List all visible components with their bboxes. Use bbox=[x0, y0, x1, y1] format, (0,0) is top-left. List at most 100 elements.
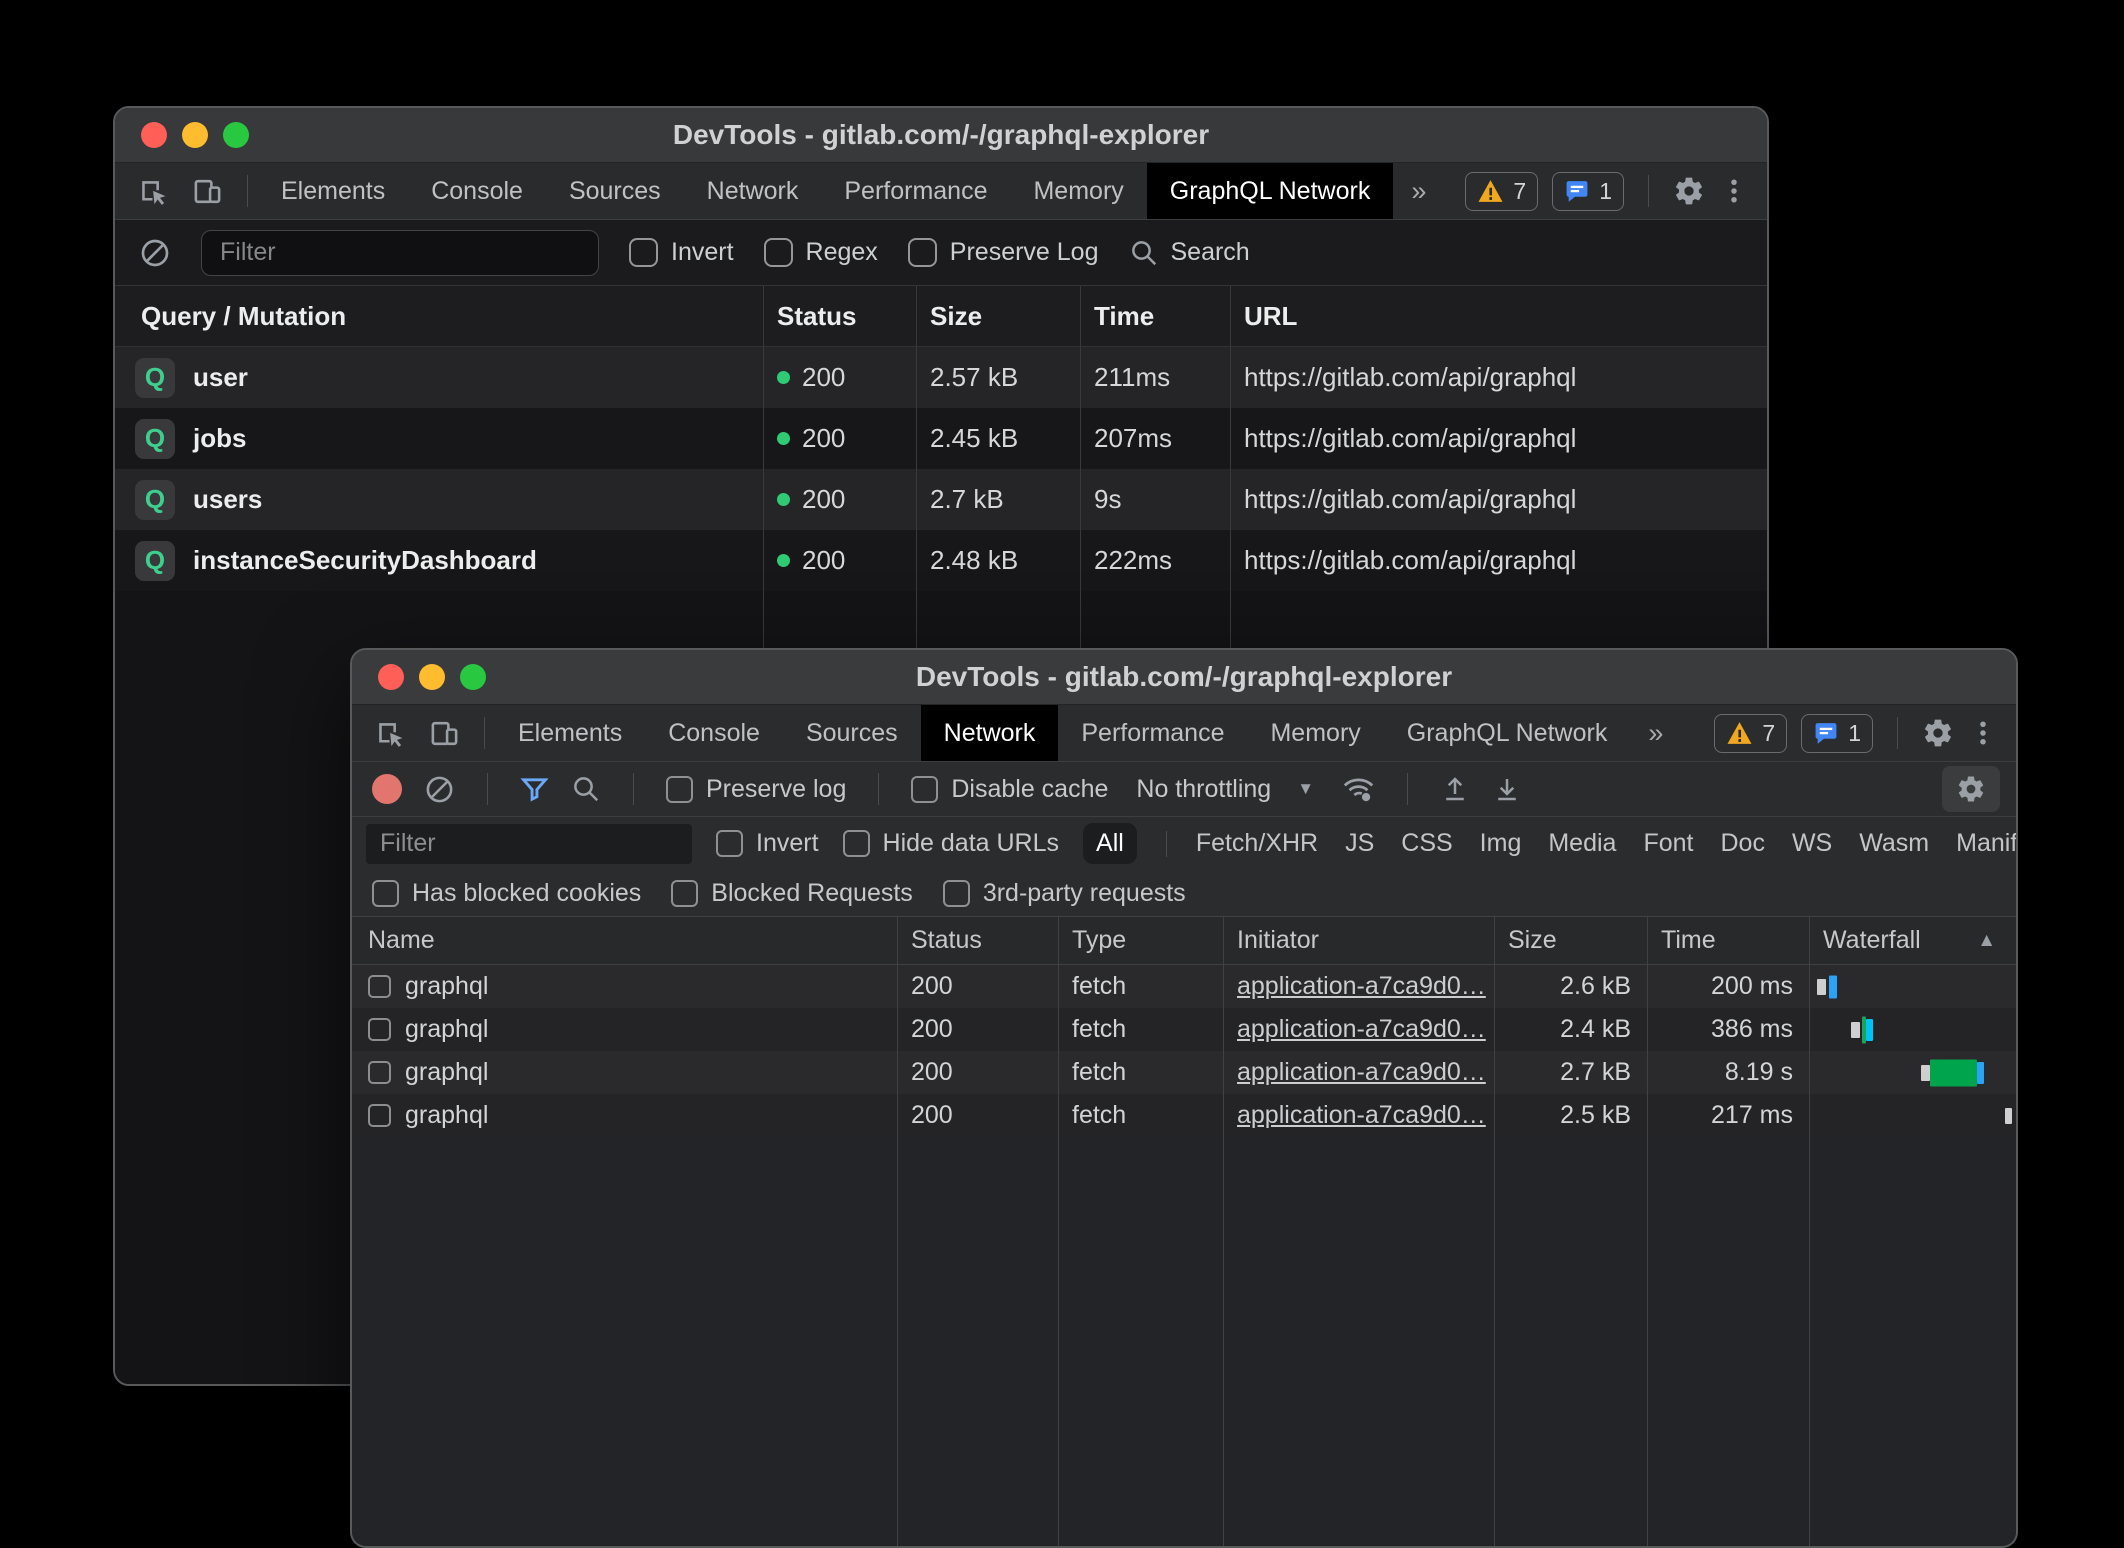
issues-badge[interactable]: 1 bbox=[1552, 172, 1624, 211]
col-initiator[interactable]: Initiator bbox=[1223, 926, 1494, 955]
issues-badge[interactable]: 1 bbox=[1801, 714, 1873, 753]
network-filter-input[interactable] bbox=[366, 824, 692, 864]
kebab-menu-icon[interactable] bbox=[1719, 176, 1749, 206]
inspect-element-icon[interactable] bbox=[137, 176, 168, 207]
chip-js[interactable]: JS bbox=[1345, 829, 1374, 858]
row-checkbox[interactable] bbox=[368, 1061, 391, 1084]
warnings-badge[interactable]: 7 bbox=[1714, 714, 1787, 753]
chip-fetch-xhr[interactable]: Fetch/XHR bbox=[1196, 829, 1318, 858]
table-row[interactable]: Qjobs 200 2.45 kB 207ms https://gitlab.c… bbox=[115, 408, 1767, 469]
tab-graphql-network[interactable]: GraphQL Network bbox=[1384, 705, 1631, 761]
divider bbox=[1407, 773, 1408, 805]
window-controls bbox=[141, 122, 249, 148]
filter-funnel-icon[interactable] bbox=[520, 775, 549, 804]
table-row[interactable]: graphql 200 fetch application-a7ca9d0… 2… bbox=[352, 1051, 2016, 1094]
table-row[interactable]: Qusers 200 2.7 kB 9s https://gitlab.com/… bbox=[115, 469, 1767, 530]
col-name[interactable]: Name bbox=[352, 926, 897, 955]
clear-network-log-icon[interactable] bbox=[424, 774, 455, 805]
tab-console[interactable]: Console bbox=[408, 163, 546, 219]
tab-performance[interactable]: Performance bbox=[821, 163, 1010, 219]
tab-graphql-network[interactable]: GraphQL Network bbox=[1147, 163, 1394, 219]
zoom-button[interactable] bbox=[460, 664, 486, 690]
chip-wasm[interactable]: Wasm bbox=[1859, 829, 1929, 858]
table-row[interactable]: Quser 200 2.57 kB 211ms https://gitlab.c… bbox=[115, 347, 1767, 408]
row-checkbox[interactable] bbox=[368, 1018, 391, 1041]
invert-checkbox[interactable]: Invert bbox=[629, 238, 734, 267]
chip-manifest[interactable]: Manifest bbox=[1956, 829, 2018, 858]
col-query-mutation[interactable]: Query / Mutation bbox=[115, 301, 763, 332]
network-conditions-icon[interactable] bbox=[1342, 773, 1375, 806]
search-button[interactable]: Search bbox=[1129, 238, 1250, 268]
col-url[interactable]: URL bbox=[1230, 301, 1767, 332]
preserve-log-checkbox[interactable]: Preserve Log bbox=[908, 238, 1099, 267]
col-status[interactable]: Status bbox=[763, 301, 916, 332]
tab-memory[interactable]: Memory bbox=[1010, 163, 1146, 219]
table-row[interactable]: graphql 200 fetch application-a7ca9d0… 2… bbox=[352, 1094, 2016, 1137]
chip-font[interactable]: Font bbox=[1643, 829, 1693, 858]
blocked-requests-checkbox[interactable]: Blocked Requests bbox=[671, 879, 913, 908]
hide-data-urls-checkbox[interactable]: Hide data URLs bbox=[843, 829, 1059, 858]
device-toolbar-icon[interactable] bbox=[192, 176, 223, 207]
table-row[interactable]: graphql 200 fetch application-a7ca9d0… 2… bbox=[352, 965, 2016, 1008]
settings-gear-icon[interactable] bbox=[1673, 175, 1705, 207]
tab-sources[interactable]: Sources bbox=[546, 163, 684, 219]
tab-network[interactable]: Network bbox=[684, 163, 822, 219]
warnings-badge[interactable]: 7 bbox=[1465, 172, 1538, 211]
chip-css[interactable]: CSS bbox=[1401, 829, 1452, 858]
third-party-requests-checkbox[interactable]: 3rd-party requests bbox=[943, 879, 1186, 908]
chip-media[interactable]: Media bbox=[1548, 829, 1616, 858]
zoom-button[interactable] bbox=[223, 122, 249, 148]
clear-icon[interactable] bbox=[139, 237, 171, 269]
record-button[interactable] bbox=[372, 774, 402, 804]
col-time[interactable]: Time bbox=[1647, 926, 1809, 955]
tab-sources[interactable]: Sources bbox=[783, 705, 921, 761]
chip-all[interactable]: All bbox=[1083, 823, 1137, 864]
inspect-element-icon[interactable] bbox=[374, 718, 405, 749]
search-icon[interactable] bbox=[571, 774, 601, 804]
tab-elements[interactable]: Elements bbox=[495, 705, 645, 761]
col-size[interactable]: Size bbox=[1494, 926, 1647, 955]
tab-elements[interactable]: Elements bbox=[258, 163, 408, 219]
size-value: 2.5 kB bbox=[1494, 1101, 1647, 1130]
tab-console[interactable]: Console bbox=[645, 705, 783, 761]
initiator-link[interactable]: application-a7ca9d0… bbox=[1237, 972, 1486, 1001]
export-har-icon[interactable] bbox=[1492, 774, 1522, 804]
row-checkbox[interactable] bbox=[368, 975, 391, 998]
close-button[interactable] bbox=[141, 122, 167, 148]
filter-input[interactable] bbox=[201, 230, 599, 276]
chip-doc[interactable]: Doc bbox=[1720, 829, 1764, 858]
device-toolbar-icon[interactable] bbox=[429, 718, 460, 749]
preserve-log-checkbox[interactable]: Preserve log bbox=[666, 775, 846, 804]
regex-checkbox[interactable]: Regex bbox=[764, 238, 878, 267]
tab-memory[interactable]: Memory bbox=[1247, 705, 1383, 761]
table-row[interactable]: graphql 200 fetch application-a7ca9d0… 2… bbox=[352, 1008, 2016, 1051]
close-button[interactable] bbox=[378, 664, 404, 690]
more-tabs-chevron-icon[interactable]: » bbox=[1393, 163, 1444, 219]
col-size[interactable]: Size bbox=[916, 301, 1080, 332]
tab-network[interactable]: Network bbox=[921, 705, 1059, 761]
col-waterfall[interactable]: Waterfall ▲ bbox=[1809, 926, 2016, 955]
kebab-menu-icon[interactable] bbox=[1968, 718, 1998, 748]
initiator-link[interactable]: application-a7ca9d0… bbox=[1237, 1015, 1486, 1044]
throttling-select[interactable]: No throttling ▼ bbox=[1130, 775, 1320, 804]
chip-img[interactable]: Img bbox=[1480, 829, 1522, 858]
import-har-icon[interactable] bbox=[1440, 774, 1470, 804]
col-status[interactable]: Status bbox=[897, 926, 1058, 955]
col-time[interactable]: Time bbox=[1080, 301, 1230, 332]
initiator-link[interactable]: application-a7ca9d0… bbox=[1237, 1058, 1486, 1087]
tab-performance[interactable]: Performance bbox=[1058, 705, 1247, 761]
row-checkbox[interactable] bbox=[368, 1104, 391, 1127]
disable-cache-checkbox[interactable]: Disable cache bbox=[911, 775, 1108, 804]
chip-ws[interactable]: WS bbox=[1792, 829, 1832, 858]
initiator-link[interactable]: application-a7ca9d0… bbox=[1237, 1101, 1486, 1130]
settings-gear-icon[interactable] bbox=[1922, 717, 1954, 749]
col-type[interactable]: Type bbox=[1058, 926, 1223, 955]
checkbox bbox=[943, 880, 970, 907]
table-row[interactable]: QinstanceSecurityDashboard 200 2.48 kB 2… bbox=[115, 530, 1767, 591]
invert-checkbox[interactable]: Invert bbox=[716, 829, 819, 858]
network-settings-button[interactable] bbox=[1942, 766, 2000, 812]
has-blocked-cookies-checkbox[interactable]: Has blocked cookies bbox=[372, 879, 641, 908]
more-tabs-chevron-icon[interactable]: » bbox=[1630, 705, 1681, 761]
minimize-button[interactable] bbox=[419, 664, 445, 690]
minimize-button[interactable] bbox=[182, 122, 208, 148]
